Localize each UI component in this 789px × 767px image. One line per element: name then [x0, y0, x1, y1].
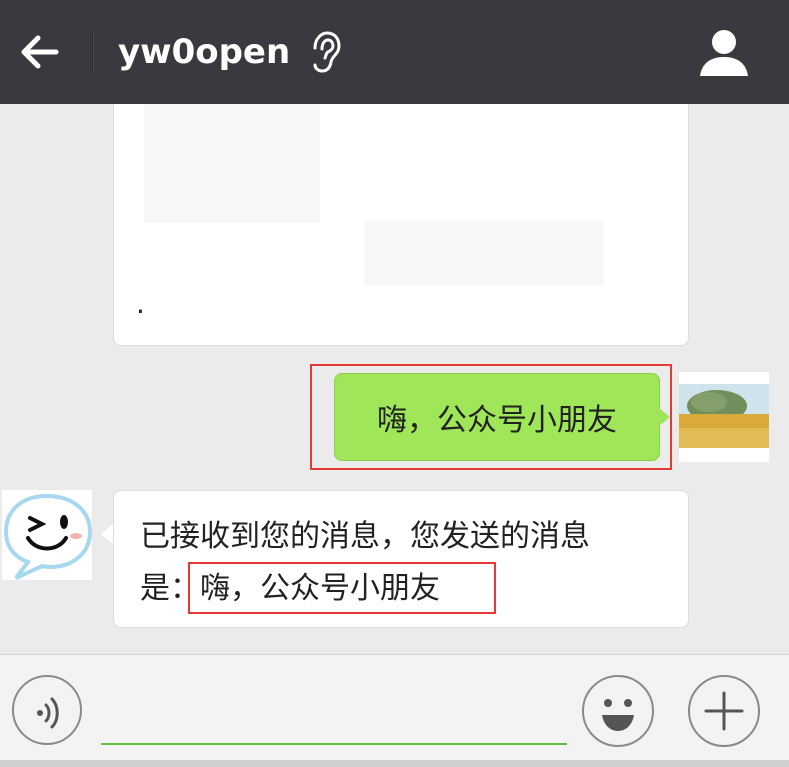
highlight-box-incoming — [188, 562, 496, 614]
person-icon — [700, 30, 748, 76]
more-options-button[interactable] — [688, 675, 760, 747]
chat-title: yw0open — [118, 32, 291, 72]
message-input[interactable] — [101, 695, 567, 745]
voice-icon — [37, 697, 59, 729]
chat-header: yw0open — [0, 0, 789, 104]
plus-icon — [704, 691, 744, 731]
screen-bottom-edge — [0, 760, 789, 767]
user-avatar[interactable] — [679, 372, 769, 462]
account-avatar[interactable] — [2, 490, 92, 580]
incoming-message-line1: 已接收到您的消息，您发送的消息 — [140, 519, 590, 554]
ear-icon[interactable] — [305, 30, 345, 74]
message-list[interactable]: . 嗨，公众号小朋友 已接收到您的消息，您发送的消息 是：嗨，公众号小朋友 — [0, 104, 789, 654]
header-divider — [92, 30, 93, 76]
card-message-bubble[interactable]: . — [113, 104, 689, 346]
card-text-placeholder — [364, 221, 604, 285]
voice-input-button[interactable] — [12, 675, 82, 745]
card-image-placeholder — [144, 104, 320, 223]
back-button[interactable] — [16, 28, 64, 76]
smiley-icon — [602, 699, 634, 731]
highlight-box-outgoing — [310, 364, 672, 470]
arrow-left-icon — [21, 35, 59, 69]
incoming-bubble-tail — [101, 524, 113, 544]
emoji-button[interactable] — [582, 675, 654, 747]
input-toolbar — [0, 654, 789, 767]
chat-info-button[interactable] — [694, 26, 754, 78]
card-text: . — [136, 287, 145, 320]
